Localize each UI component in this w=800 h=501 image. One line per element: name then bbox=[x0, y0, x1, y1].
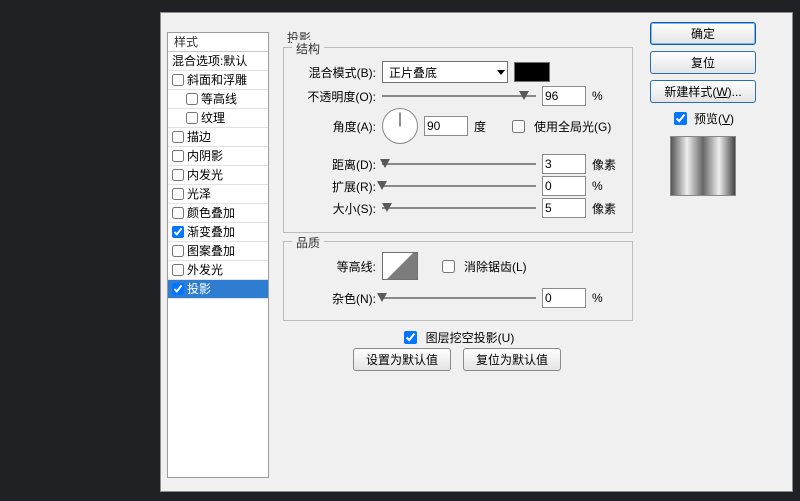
styles-header: 样式 bbox=[168, 33, 268, 52]
distance-input[interactable]: 3 bbox=[542, 154, 586, 174]
style-item-7[interactable]: 颜色叠加 bbox=[168, 204, 268, 223]
shadow-color-swatch[interactable] bbox=[514, 62, 550, 82]
size-slider[interactable] bbox=[382, 200, 536, 216]
style-item-checkbox[interactable] bbox=[172, 131, 184, 143]
cancel-button[interactable]: 复位 bbox=[650, 51, 756, 74]
antialias-checkbox[interactable] bbox=[442, 260, 455, 273]
opacity-input[interactable]: 96 bbox=[542, 86, 586, 106]
style-item-checkbox[interactable] bbox=[172, 188, 184, 200]
size-input[interactable]: 5 bbox=[542, 198, 586, 218]
angle-input[interactable]: 90 bbox=[424, 116, 468, 136]
style-item-3[interactable]: 描边 bbox=[168, 128, 268, 147]
distance-unit: 像素 bbox=[592, 156, 620, 173]
style-item-checkbox[interactable] bbox=[186, 93, 198, 105]
style-item-1[interactable]: 等高线 bbox=[168, 90, 268, 109]
distance-slider[interactable] bbox=[382, 156, 536, 172]
styles-list: 样式 混合选项:默认 斜面和浮雕等高线纹理描边内阴影内发光光泽颜色叠加渐变叠加图… bbox=[167, 32, 269, 478]
quality-legend: 品质 bbox=[292, 234, 324, 251]
style-item-label: 等高线 bbox=[201, 90, 237, 108]
style-item-checkbox[interactable] bbox=[172, 245, 184, 257]
ok-button[interactable]: 确定 bbox=[650, 22, 756, 45]
style-item-checkbox[interactable] bbox=[172, 74, 184, 86]
structure-legend: 结构 bbox=[292, 40, 324, 57]
noise-input[interactable]: 0 bbox=[542, 288, 586, 308]
style-item-label: 内发光 bbox=[187, 166, 223, 184]
style-item-5[interactable]: 内发光 bbox=[168, 166, 268, 185]
preview-swatch bbox=[670, 136, 736, 196]
noise-slider[interactable] bbox=[382, 290, 536, 306]
knockout-checkbox[interactable] bbox=[404, 331, 417, 344]
contour-picker[interactable] bbox=[382, 252, 418, 280]
style-item-10[interactable]: 外发光 bbox=[168, 261, 268, 280]
style-item-label: 光泽 bbox=[187, 185, 211, 203]
blending-options-label: 混合选项:默认 bbox=[172, 52, 247, 70]
blend-mode-value: 正片叠底 bbox=[389, 64, 437, 81]
style-item-label: 外发光 bbox=[187, 261, 223, 279]
style-item-checkbox[interactable] bbox=[172, 226, 184, 238]
global-light-label: 使用全局光(G) bbox=[534, 118, 611, 135]
blend-mode-label: 混合模式(B): bbox=[296, 64, 376, 81]
contour-label: 等高线: bbox=[296, 258, 376, 275]
style-item-label: 图案叠加 bbox=[187, 242, 235, 260]
global-light-checkbox[interactable] bbox=[512, 120, 525, 133]
quality-group: 品质 等高线: 消除锯齿(L) 杂色(N): 0 % bbox=[283, 241, 633, 321]
style-item-2[interactable]: 纹理 bbox=[168, 109, 268, 128]
style-item-label: 内阴影 bbox=[187, 147, 223, 165]
style-item-label: 斜面和浮雕 bbox=[187, 71, 247, 89]
preview-checkbox[interactable] bbox=[674, 112, 687, 125]
spread-slider[interactable] bbox=[382, 178, 536, 194]
style-item-checkbox[interactable] bbox=[172, 283, 184, 295]
angle-label: 角度(A): bbox=[296, 118, 376, 135]
style-item-checkbox[interactable] bbox=[172, 264, 184, 276]
style-item-checkbox[interactable] bbox=[172, 169, 184, 181]
make-default-button[interactable]: 设置为默认值 bbox=[353, 348, 451, 371]
size-unit: 像素 bbox=[592, 200, 620, 217]
style-item-8[interactable]: 渐变叠加 bbox=[168, 223, 268, 242]
style-item-label: 投影 bbox=[187, 280, 211, 298]
style-item-label: 颜色叠加 bbox=[187, 204, 235, 222]
style-item-checkbox[interactable] bbox=[172, 150, 184, 162]
noise-unit: % bbox=[592, 291, 620, 305]
style-item-label: 描边 bbox=[187, 128, 211, 146]
style-item-label: 渐变叠加 bbox=[187, 223, 235, 241]
style-item-0[interactable]: 斜面和浮雕 bbox=[168, 71, 268, 90]
reset-default-button[interactable]: 复位为默认值 bbox=[463, 348, 561, 371]
style-item-11[interactable]: 投影 bbox=[168, 280, 268, 299]
antialias-label: 消除锯齿(L) bbox=[464, 258, 527, 275]
style-item-4[interactable]: 内阴影 bbox=[168, 147, 268, 166]
preview-label: 预览(V) bbox=[694, 110, 734, 127]
spread-input[interactable]: 0 bbox=[542, 176, 586, 196]
style-item-label: 纹理 bbox=[201, 109, 225, 127]
opacity-unit: % bbox=[592, 89, 620, 103]
structure-group: 结构 混合模式(B): 正片叠底 不透明度(O): 96 % 角度(A): 90… bbox=[283, 47, 633, 233]
dialog-right-column: 确定 复位 新建样式(W)... 预览(V) bbox=[650, 22, 760, 196]
blend-mode-combo[interactable]: 正片叠底 bbox=[382, 61, 508, 83]
style-item-6[interactable]: 光泽 bbox=[168, 185, 268, 204]
style-item-checkbox[interactable] bbox=[172, 207, 184, 219]
angle-unit: 度 bbox=[474, 118, 502, 135]
new-style-button[interactable]: 新建样式(W)... bbox=[650, 80, 756, 103]
opacity-label: 不透明度(O): bbox=[296, 88, 376, 105]
size-label: 大小(S): bbox=[296, 200, 376, 217]
style-item-9[interactable]: 图案叠加 bbox=[168, 242, 268, 261]
noise-label: 杂色(N): bbox=[296, 290, 376, 307]
blending-options-row[interactable]: 混合选项:默认 bbox=[168, 52, 268, 71]
knockout-label: 图层挖空投影(U) bbox=[426, 329, 515, 346]
style-item-checkbox[interactable] bbox=[186, 112, 198, 124]
angle-dial[interactable] bbox=[382, 108, 418, 144]
spread-unit: % bbox=[592, 179, 620, 193]
distance-label: 距离(D): bbox=[296, 156, 376, 173]
opacity-slider[interactable] bbox=[382, 88, 536, 104]
spread-label: 扩展(R): bbox=[296, 178, 376, 195]
chevron-down-icon bbox=[497, 70, 505, 75]
